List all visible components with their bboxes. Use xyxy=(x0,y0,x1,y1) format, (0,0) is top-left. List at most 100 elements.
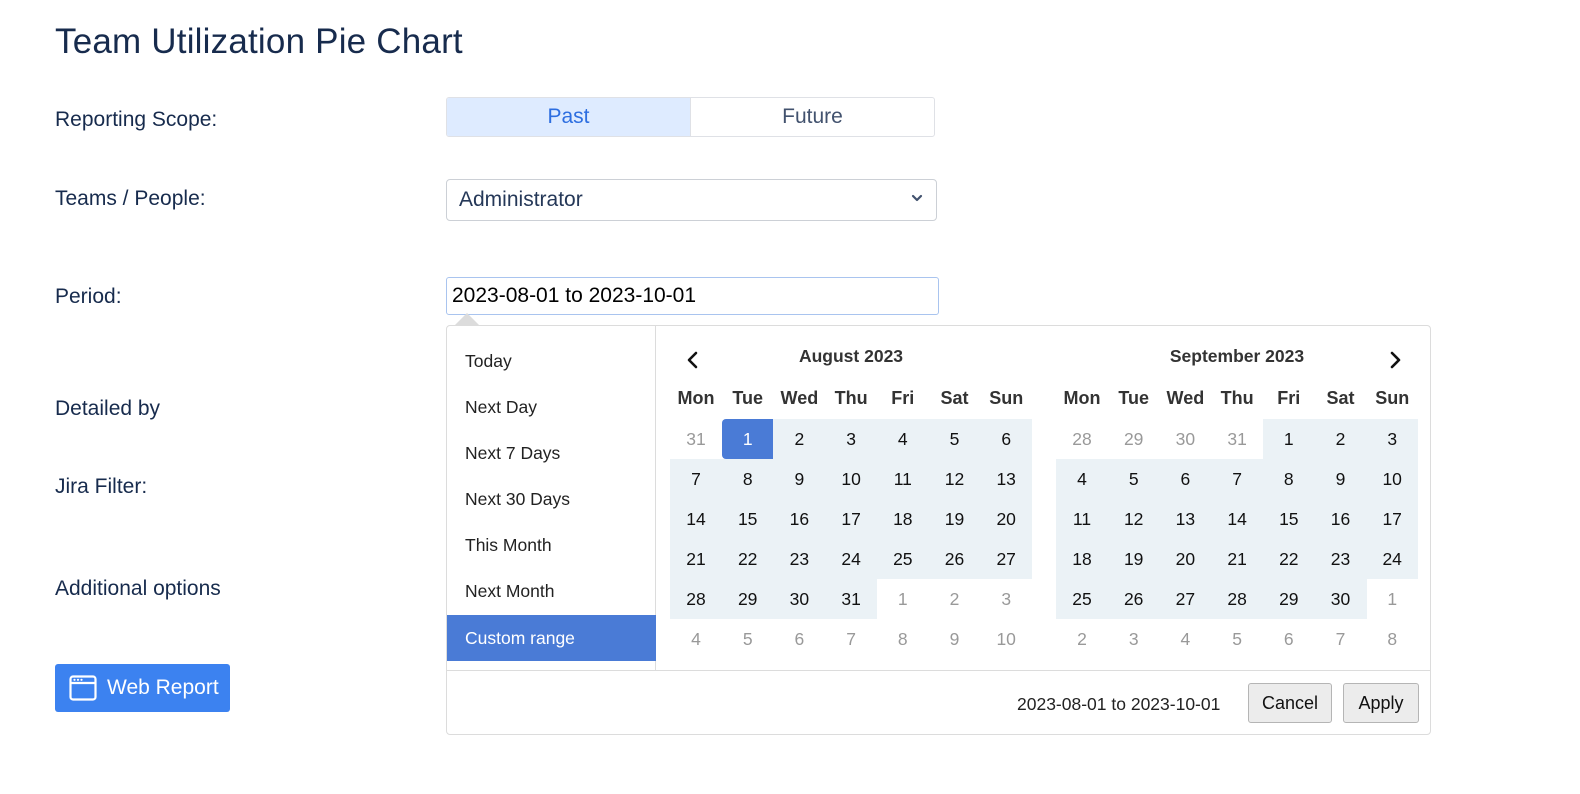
left-calendar-day[interactable]: 21 xyxy=(670,539,722,579)
left-calendar-day[interactable]: 9 xyxy=(773,459,826,499)
left-calendar-day[interactable]: 24 xyxy=(825,539,878,579)
period-input[interactable] xyxy=(446,277,939,315)
left-calendar-day[interactable]: 8 xyxy=(877,619,929,659)
left-calendar-day[interactable]: 31 xyxy=(825,579,878,619)
left-calendar-day[interactable]: 4 xyxy=(876,419,929,459)
right-calendar-day[interactable]: 13 xyxy=(1159,499,1212,539)
left-calendar-day[interactable]: 2 xyxy=(773,419,826,459)
left-calendar-day[interactable]: 15 xyxy=(721,499,774,539)
left-calendar-day[interactable]: 10 xyxy=(825,459,878,499)
right-calendar-day[interactable]: 2 xyxy=(1056,619,1108,659)
left-calendar-day[interactable]: 12 xyxy=(928,459,981,499)
range-next-month[interactable]: Next Month xyxy=(447,568,656,614)
right-calendar-day[interactable]: 6 xyxy=(1159,459,1212,499)
scope-future-button[interactable]: Future xyxy=(691,98,934,136)
range-today[interactable]: Today xyxy=(447,338,656,384)
left-calendar-day[interactable]: 31 xyxy=(670,419,722,459)
right-calendar-day[interactable]: 19 xyxy=(1107,539,1160,579)
right-calendar-day[interactable]: 2 xyxy=(1314,419,1367,459)
left-calendar-day[interactable]: 25 xyxy=(876,539,929,579)
range-this-month[interactable]: This Month xyxy=(447,522,656,568)
right-calendar-day[interactable]: 8 xyxy=(1262,459,1315,499)
right-calendar-day[interactable]: 28 xyxy=(1211,579,1264,619)
next-month-icon[interactable] xyxy=(1385,350,1405,370)
left-calendar-day[interactable]: 5 xyxy=(928,419,981,459)
apply-button[interactable]: Apply xyxy=(1343,683,1419,723)
left-calendar-day[interactable]: 30 xyxy=(773,579,826,619)
range-next-30-days[interactable]: Next 30 Days xyxy=(447,476,656,522)
left-calendar-day[interactable]: 13 xyxy=(980,459,1033,499)
right-calendar-day[interactable]: 4 xyxy=(1159,619,1211,659)
right-calendar-day[interactable]: 5 xyxy=(1107,459,1160,499)
right-calendar-day[interactable]: 9 xyxy=(1314,459,1367,499)
left-calendar-day[interactable]: 4 xyxy=(670,619,722,659)
left-calendar-day[interactable]: 11 xyxy=(876,459,929,499)
left-calendar-day[interactable]: 22 xyxy=(721,539,774,579)
left-calendar-day[interactable]: 28 xyxy=(670,579,722,619)
right-calendar-day[interactable]: 22 xyxy=(1262,539,1315,579)
right-calendar-day[interactable]: 12 xyxy=(1107,499,1160,539)
right-calendar-day[interactable]: 24 xyxy=(1366,539,1419,579)
right-calendar-day[interactable]: 7 xyxy=(1211,459,1264,499)
right-calendar-day[interactable]: 26 xyxy=(1107,579,1160,619)
right-calendar-day[interactable]: 6 xyxy=(1263,619,1315,659)
right-calendar-day[interactable]: 28 xyxy=(1056,419,1108,459)
left-calendar-day[interactable]: 3 xyxy=(980,579,1032,619)
right-calendar-day[interactable]: 5 xyxy=(1211,619,1263,659)
right-calendar-day[interactable]: 1 xyxy=(1262,419,1315,459)
left-calendar-day[interactable]: 29 xyxy=(721,579,774,619)
left-calendar-day[interactable]: 7 xyxy=(825,619,877,659)
range-next-7-days[interactable]: Next 7 Days xyxy=(447,430,656,476)
right-calendar-day[interactable]: 3 xyxy=(1366,419,1419,459)
right-calendar-day[interactable]: 23 xyxy=(1314,539,1367,579)
right-calendar-day[interactable]: 27 xyxy=(1159,579,1212,619)
range-next-day[interactable]: Next Day xyxy=(447,384,656,430)
right-calendar-day[interactable]: 18 xyxy=(1056,539,1108,579)
range-custom[interactable]: Custom range xyxy=(447,615,656,661)
left-calendar-day[interactable]: 23 xyxy=(773,539,826,579)
right-calendar-day[interactable]: 30 xyxy=(1314,579,1367,619)
left-calendar-day[interactable]: 20 xyxy=(980,499,1033,539)
right-calendar-day[interactable]: 20 xyxy=(1159,539,1212,579)
right-calendar-day[interactable]: 11 xyxy=(1056,499,1108,539)
left-calendar-day[interactable]: 1 xyxy=(877,579,929,619)
left-calendar-day[interactable]: 1 xyxy=(721,419,774,459)
right-calendar-day[interactable]: 25 xyxy=(1056,579,1108,619)
right-calendar-day[interactable]: 7 xyxy=(1315,619,1367,659)
right-calendar-day[interactable]: 8 xyxy=(1366,619,1418,659)
right-calendar-day[interactable]: 29 xyxy=(1108,419,1160,459)
prev-month-icon[interactable] xyxy=(683,350,703,370)
right-calendar-day[interactable]: 14 xyxy=(1211,499,1264,539)
left-calendar-day[interactable]: 6 xyxy=(773,619,825,659)
left-calendar-day[interactable]: 27 xyxy=(980,539,1033,579)
right-calendar-day[interactable]: 10 xyxy=(1366,459,1419,499)
right-calendar-day[interactable]: 29 xyxy=(1262,579,1315,619)
left-calendar-day[interactable]: 16 xyxy=(773,499,826,539)
scope-past-button[interactable]: Past xyxy=(447,98,691,136)
teams-people-select[interactable]: Administrator xyxy=(446,179,937,221)
cancel-button[interactable]: Cancel xyxy=(1248,683,1332,723)
left-calendar-day[interactable]: 26 xyxy=(928,539,981,579)
left-calendar-day[interactable]: 18 xyxy=(876,499,929,539)
right-calendar-day[interactable]: 1 xyxy=(1366,579,1418,619)
left-calendar-day[interactable]: 5 xyxy=(722,619,774,659)
left-calendar-day[interactable]: 2 xyxy=(929,579,981,619)
right-calendar-day[interactable]: 17 xyxy=(1366,499,1419,539)
right-calendar-day[interactable]: 30 xyxy=(1159,419,1211,459)
left-calendar-day[interactable]: 19 xyxy=(928,499,981,539)
left-calendar-day[interactable]: 10 xyxy=(980,619,1032,659)
right-calendar-day[interactable]: 16 xyxy=(1314,499,1367,539)
right-calendar-day[interactable]: 21 xyxy=(1211,539,1264,579)
web-report-button[interactable]: Web Report xyxy=(55,664,230,712)
right-calendar-day[interactable]: 4 xyxy=(1056,459,1108,499)
left-calendar-day[interactable]: 3 xyxy=(825,419,878,459)
left-calendar-day[interactable]: 6 xyxy=(980,419,1033,459)
right-calendar-day[interactable]: 3 xyxy=(1108,619,1160,659)
left-calendar-day[interactable]: 8 xyxy=(721,459,774,499)
left-calendar-day[interactable]: 9 xyxy=(929,619,981,659)
right-calendar-day[interactable]: 31 xyxy=(1211,419,1263,459)
left-calendar-day[interactable]: 14 xyxy=(670,499,722,539)
right-calendar-day[interactable]: 15 xyxy=(1262,499,1315,539)
left-calendar-day[interactable]: 17 xyxy=(825,499,878,539)
left-calendar-day[interactable]: 7 xyxy=(670,459,722,499)
